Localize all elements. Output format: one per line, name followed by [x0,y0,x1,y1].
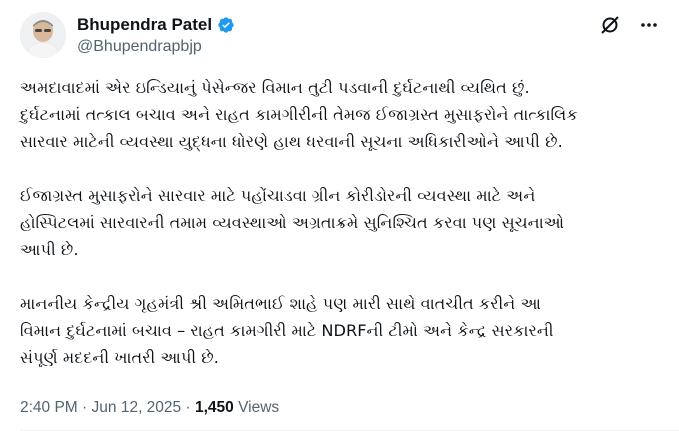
tweet-paragraph: ઈજાગ્રસ્ત મુસાફરોને સારવાર માટે પહોંચાડવ… [20,186,565,259]
avatar[interactable] [20,12,66,58]
display-name[interactable]: Bhupendra Patel [77,15,212,35]
views-label: Views [238,399,280,416]
author-info: Bhupendra Patel @Bhupendrapbjp [77,15,235,57]
tweet-meta: 2:40 PM · Jun 12, 2025 · 1,450 Views [20,399,279,417]
tweet-text: અમદાવાદમાં એર ઇન્ડિયાનું પેસેન્જર વિમાન … [20,74,670,398]
grok-icon[interactable] [599,14,621,36]
tweet-header: Bhupendra Patel @Bhupendrapbjp [20,12,659,60]
more-icon[interactable] [639,15,659,35]
views-count: 1,450 [194,399,234,416]
verified-badge-icon [217,16,235,34]
tweet-paragraph: અમદાવાદમાં એર ઇન્ડિયાનું પેસેન્જર વિમાન … [20,78,578,151]
tweet-paragraph: માનનીય કેન્દ્રીય ગૃહમંત્રી શ્રી અમિતભાઈ … [20,294,554,367]
tweet-actions-top [599,14,659,36]
tweet-time[interactable]: 2:40 PM [20,399,78,416]
meta-separator: · [82,399,88,416]
tweet-date[interactable]: Jun 12, 2025 [92,399,182,416]
handle[interactable]: @Bhupendrapbjp [77,37,235,57]
meta-separator: · [185,399,191,416]
